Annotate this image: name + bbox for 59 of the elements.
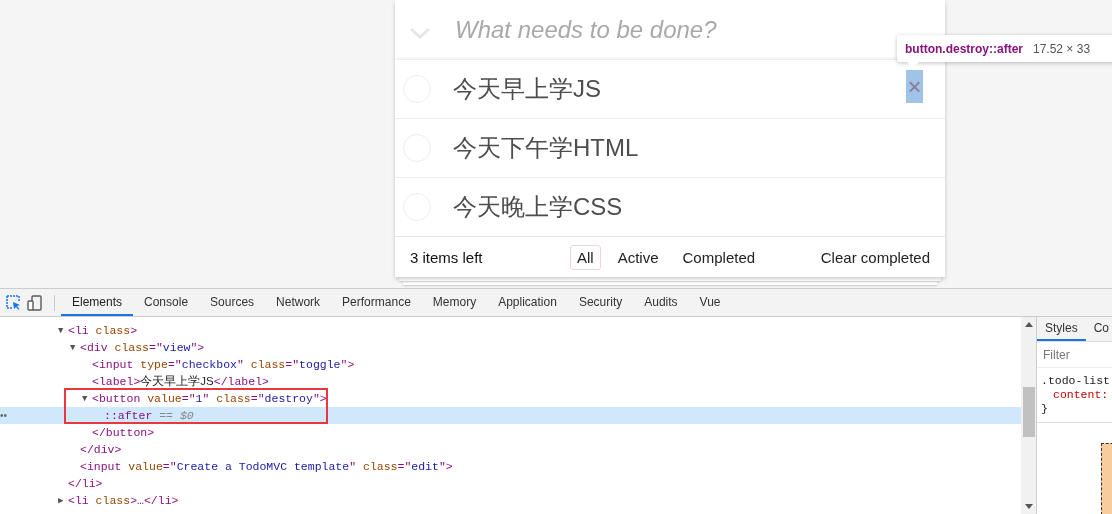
dom-row[interactable]: <input type="checkbox" class="toggle"> bbox=[0, 356, 1021, 373]
devtools-tab[interactable]: Console bbox=[133, 289, 200, 316]
dom-node-line[interactable]: </li> bbox=[68, 477, 103, 490]
css-selector: .todo-list bbox=[1041, 374, 1111, 388]
inspect-icon[interactable] bbox=[6, 295, 21, 310]
disclosure-arrow[interactable]: ▼ bbox=[58, 325, 68, 336]
disclosure-arrow[interactable]: ▼ bbox=[82, 393, 92, 404]
todo-label: 今天早上学JS bbox=[453, 74, 601, 104]
devtools-tab[interactable]: Vue bbox=[688, 289, 732, 316]
chevron-down-icon[interactable] bbox=[409, 26, 431, 39]
dom-row[interactable]: •• ::after == $0 bbox=[0, 407, 1021, 424]
dom-node-line[interactable]: <li class> bbox=[68, 324, 138, 337]
css-brace: } bbox=[1041, 402, 1049, 416]
tooltip-selector: button.destroy::after bbox=[905, 41, 1023, 56]
filter-link[interactable]: Active bbox=[610, 244, 666, 270]
filter-link[interactable]: Completed bbox=[675, 244, 763, 270]
device-icon[interactable] bbox=[27, 294, 42, 311]
styles-tab[interactable]: Styles bbox=[1037, 317, 1086, 341]
dom-node-line[interactable]: <div class="view"> bbox=[80, 341, 205, 354]
dom-node-line[interactable]: </button> bbox=[92, 426, 155, 439]
devtools-tab[interactable]: Elements bbox=[61, 289, 134, 316]
scroll-up-icon[interactable] bbox=[1024, 322, 1033, 327]
styles-tab[interactable]: Co bbox=[1085, 317, 1112, 341]
devtools-tab[interactable]: Network bbox=[265, 289, 332, 316]
dom-row[interactable]: </li> bbox=[0, 475, 1021, 492]
items-left-count: 3 items left bbox=[410, 248, 484, 266]
devtools-tab[interactable]: Sources bbox=[199, 289, 266, 316]
dom-row[interactable]: </div> bbox=[0, 441, 1021, 458]
dom-row[interactable]: <label>今天早上学JS</label> bbox=[0, 373, 1021, 390]
devtools-tab[interactable]: Memory bbox=[421, 289, 488, 316]
dom-node-line[interactable]: ::after == $0 bbox=[104, 409, 194, 422]
dom-node-line[interactable]: <label>今天早上学JS</label> bbox=[92, 374, 269, 389]
dom-row[interactable]: <input value="Create a TodoMVC template" class="edit"> bbox=[0, 458, 1021, 475]
todo-label: 今天晚上学CSS bbox=[453, 192, 623, 222]
css-property: content: bbox=[1052, 388, 1110, 402]
dom-node-line[interactable]: <li class>…</li> bbox=[68, 494, 179, 507]
dom-node-line[interactable]: <button value="1" class="destroy"> bbox=[92, 392, 327, 405]
dom-row[interactable]: ▼ <div class="view"> bbox=[0, 339, 1021, 356]
selected-marker: •• bbox=[0, 410, 7, 421]
tooltip-size: 17.52 × 33 bbox=[1033, 41, 1091, 56]
dom-row[interactable]: ▼ <li class> bbox=[0, 322, 1021, 339]
devtools-tab[interactable]: Audits bbox=[633, 289, 689, 316]
scrollbar-thumb[interactable] bbox=[1022, 387, 1035, 437]
dom-row[interactable]: </button> bbox=[0, 424, 1021, 441]
devtools-tab[interactable]: Application bbox=[487, 289, 568, 316]
devtools-tab[interactable]: Performance bbox=[331, 289, 422, 316]
devtools-tab[interactable]: Security bbox=[567, 289, 634, 316]
dom-row[interactable]: ▼ <button value="1" class="destroy"> bbox=[0, 390, 1021, 407]
disclosure-arrow[interactable]: ▶ bbox=[58, 495, 68, 506]
clear-completed-link[interactable]: Clear completed bbox=[820, 248, 930, 266]
scroll-down-icon[interactable] bbox=[1024, 504, 1033, 509]
filter-link[interactable]: All bbox=[570, 244, 601, 270]
dom-node-line[interactable]: </div> bbox=[80, 443, 122, 456]
disclosure-arrow[interactable]: ▼ bbox=[70, 342, 80, 353]
dom-node-line[interactable]: <input value="Create a TodoMVC template" class="edit"> bbox=[80, 460, 453, 473]
dom-node-line[interactable]: <input type="checkbox" class="toggle"> bbox=[92, 358, 355, 371]
dom-row[interactable]: ▶ <li class>…</li> bbox=[0, 492, 1021, 509]
scrollbar[interactable] bbox=[1021, 317, 1036, 514]
todo-label: 今天下午学HTML bbox=[453, 133, 639, 163]
